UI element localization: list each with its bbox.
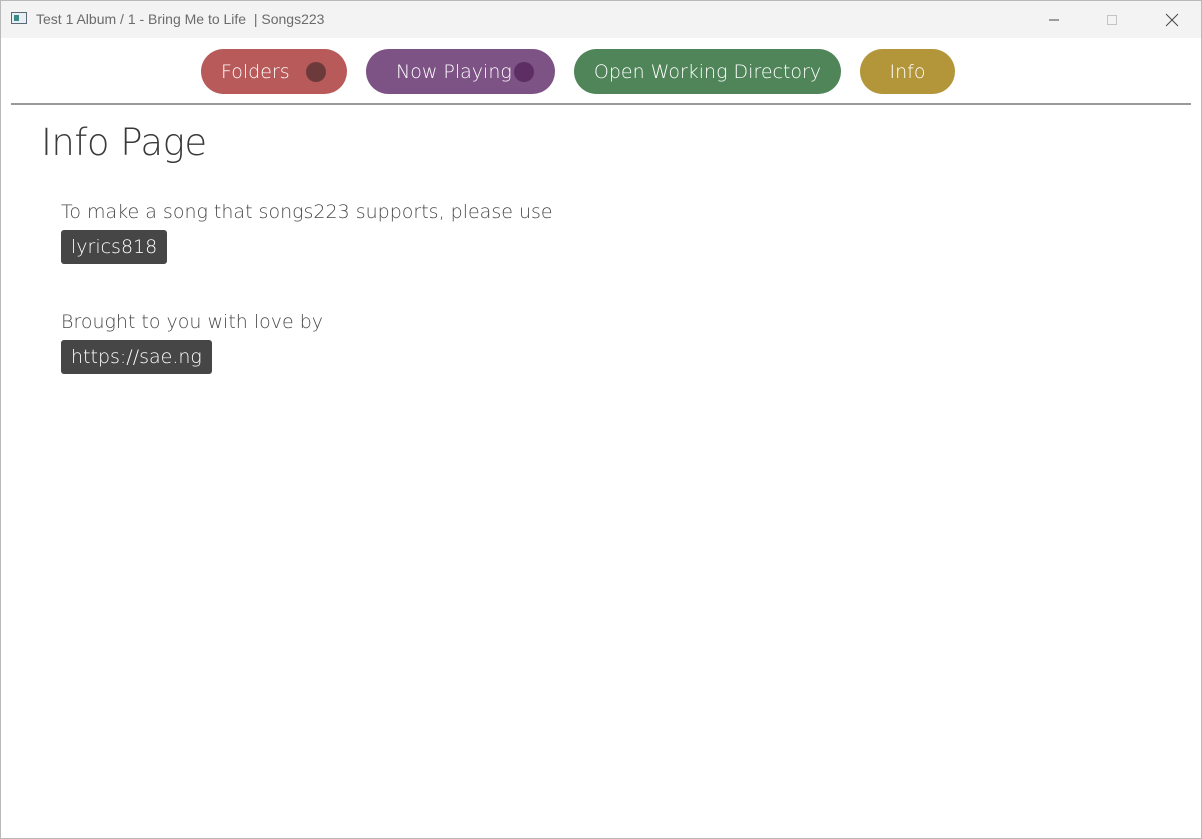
title-bar[interactable]: Test 1 Album / 1 - Bring Me to Life | So… bbox=[1, 1, 1201, 38]
minimize-icon bbox=[1049, 19, 1059, 20]
instruction-text: To make a song that songs223 supports, p… bbox=[61, 201, 553, 223]
folders-label: Folders bbox=[221, 60, 290, 83]
close-icon bbox=[1165, 13, 1179, 26]
open-working-directory-label: Open Working Directory bbox=[593, 60, 822, 83]
minimize-button[interactable] bbox=[1025, 1, 1083, 38]
page-title: Info Page bbox=[41, 121, 207, 164]
now-playing-label: Now Playing bbox=[396, 60, 512, 83]
header-divider bbox=[11, 103, 1191, 105]
maximize-button[interactable] bbox=[1083, 1, 1141, 38]
nav-bar: Folders Now Playing Open Working Directo… bbox=[1, 38, 1201, 104]
now-playing-button[interactable]: Now Playing bbox=[366, 49, 555, 94]
open-working-directory-button[interactable]: Open Working Directory bbox=[574, 49, 841, 94]
maximize-icon bbox=[1107, 14, 1117, 25]
info-label: Info bbox=[889, 60, 926, 83]
folders-indicator-icon bbox=[306, 62, 326, 82]
app-window: Test 1 Album / 1 - Bring Me to Life | So… bbox=[0, 0, 1202, 839]
lyrics818-link[interactable]: lyrics818 bbox=[61, 230, 168, 264]
credits-text: Brought to you with love by bbox=[61, 311, 324, 333]
now-playing-indicator-icon bbox=[514, 62, 534, 82]
sae-ng-link[interactable]: https://sae.ng bbox=[61, 340, 212, 374]
window-title: Test 1 Album / 1 - Bring Me to Life | So… bbox=[36, 11, 325, 27]
app-icon bbox=[11, 12, 27, 24]
close-button[interactable] bbox=[1143, 1, 1201, 38]
folders-button[interactable]: Folders bbox=[201, 49, 347, 94]
info-button[interactable]: Info bbox=[860, 49, 955, 94]
